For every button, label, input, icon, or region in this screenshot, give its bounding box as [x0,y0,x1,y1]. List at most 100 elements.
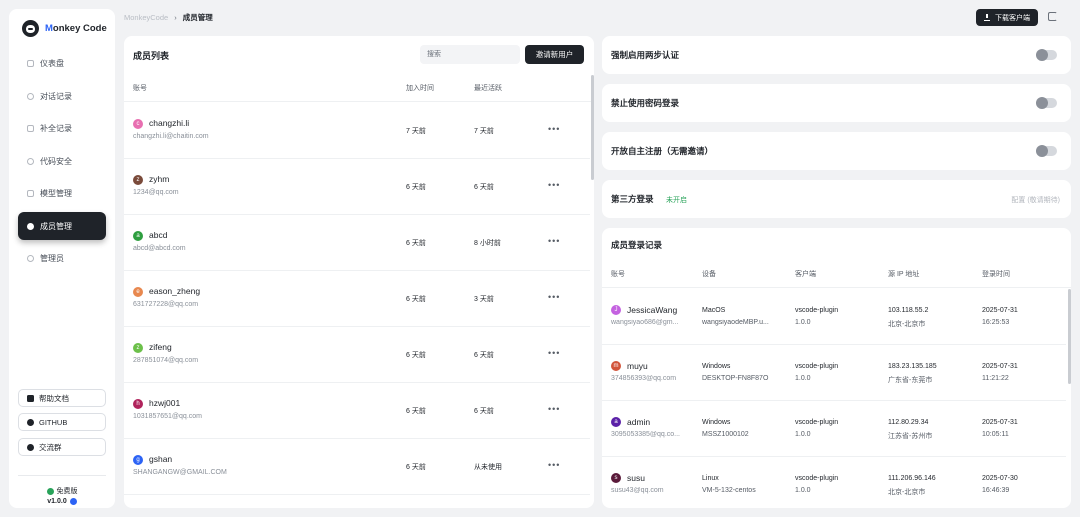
download-client-button[interactable]: 下载客户端 [976,9,1038,26]
avatar: a [611,417,621,427]
third-party-config-link[interactable]: 配置 (敬请期待) [1011,195,1060,205]
sidebar-item-code-security[interactable]: 代码安全 [18,147,106,175]
shield-icon [27,157,34,165]
member-name: hzwj001 [149,398,181,408]
col-source-ip: 源 IP 地址 [888,271,920,278]
member-joined: 7 天前 [406,128,426,135]
sidebar-item-model-management[interactable]: 模型管理 [18,180,106,208]
col-device: 设备 [702,271,716,278]
third-party-login-setting: 第三方登录 未开启 配置 (敬请期待) [602,180,1071,218]
monkey-logo-icon [22,20,39,37]
table-row[interactable]: s susu susu43@qq.com Linux VM-5-132-centos vs… [602,457,1066,508]
record-date: 2025-07-31 [982,363,1018,370]
table-row[interactable]: m muyu 374856393@qq.com Windows DESKTOP-FN8F… [602,345,1066,401]
record-client: vscode-plugin [795,307,839,314]
sidebar-item-completion-records[interactable]: 补全记录 [18,115,106,143]
member-name: gshan [149,454,173,464]
github-button[interactable]: GITHUB [18,413,106,431]
col-last-active: 最近活跃 [474,85,502,92]
more-actions-icon[interactable]: ••• [548,124,560,134]
table-row[interactable]: a abcd abcd@abcd.com 6 天前 8 小时前 ••• [124,215,590,271]
table-row[interactable]: J JessicaWang wangsiyao686@gm... MacOS wangs… [602,289,1066,345]
breadcrumb-current: 成员管理 [182,13,213,22]
chat-icon [27,92,34,100]
document-icon [27,394,34,402]
record-ip: 183.23.135.185 [888,363,937,370]
table-row[interactable]: z zyhm 1234@qq.com 6 天前 6 天前 ••• [124,159,590,215]
dashboard-icon [27,60,34,67]
table-row[interactable]: e eason_zheng 631727228@qq.com 6 天前 3 天前 ••• [124,271,590,327]
model-icon [27,190,34,197]
member-list-card: 成员列表 邀请新用户 账号 加入时间 最近活跃 c changzhi.li chan… [124,36,594,508]
completion-icon [27,125,34,132]
community-button[interactable]: 交流群 [18,438,106,456]
record-time: 11:21:22 [982,375,1009,382]
record-hostname: MSSZ1000102 [702,431,749,438]
breadcrumb-root[interactable]: MonkeyCode [124,13,168,22]
member-last-active: 6 天前 [474,408,494,415]
open-register-setting: 开放自主注册（无需邀请） [602,132,1071,170]
col-account: 账号 [133,85,147,92]
record-user-email: wangsiyao686@gm... [611,319,679,326]
col-account: 账号 [611,271,625,278]
sidebar-item-dashboard[interactable]: 仪表盘 [18,50,106,78]
table-row[interactable]: a admin 3095053385@qq.co... Windows MSSZ1000… [602,401,1066,457]
logout-icon[interactable] [1048,12,1057,21]
sidebar-item-member-management[interactable]: 成员管理 [18,212,106,240]
help-docs-button[interactable]: 帮助文档 [18,389,106,407]
member-table-header: 账号 加入时间 最近活跃 [124,74,594,102]
member-list-scrollbar[interactable] [591,75,594,180]
record-time: 16:25:53 [982,319,1010,326]
more-actions-icon[interactable]: ••• [548,348,560,358]
record-date: 2025-07-31 [982,307,1018,314]
record-user-email: susu43@qq.com [611,487,664,494]
record-client: vscode-plugin [795,419,839,426]
more-actions-icon[interactable]: ••• [548,180,560,190]
table-row[interactable]: h hzwj001 1031857651@qq.com 6 天前 6 天前 ••• [124,383,590,439]
record-client-version: 1.0.0 [795,319,811,326]
invite-user-button[interactable]: 邀请新用户 [525,45,584,64]
table-row[interactable]: g gshan SHANGANGW@GMAIL.COM 6 天前 从未使用 ••• [124,439,590,495]
users-icon [27,222,34,230]
more-actions-icon[interactable]: ••• [548,460,560,470]
more-actions-icon[interactable]: ••• [548,404,560,414]
member-joined: 6 天前 [406,296,426,303]
record-client: vscode-plugin [795,363,839,370]
records-scrollbar[interactable] [1068,289,1071,384]
two-factor-toggle[interactable] [1036,49,1057,61]
member-search-input[interactable] [420,45,520,64]
sidebar-item-admins[interactable]: 管理员 [18,245,106,273]
record-user-name: susu [627,473,645,483]
record-location: 北京-北京市 [888,489,926,496]
sidebar-item-chat-records[interactable]: 对话记录 [18,82,106,110]
record-user-name: admin [627,417,651,427]
member-last-active: 从未使用 [474,464,502,471]
version-label[interactable]: v1.0.0 [9,498,115,505]
more-actions-icon[interactable]: ••• [548,292,560,302]
record-date: 2025-07-30 [982,475,1018,482]
avatar: z [133,343,143,353]
record-location: 广东省-东莞市 [888,377,933,384]
member-joined: 6 天前 [406,240,426,247]
open-register-toggle[interactable] [1036,145,1057,157]
two-factor-setting: 强制启用两步认证 [602,36,1071,74]
github-icon [27,418,34,426]
table-row[interactable]: c changzhi.li changzhi.li@chaitin.com 7 天前 7… [124,103,590,159]
more-actions-icon[interactable]: ••• [548,236,560,246]
member-last-active: 6 天前 [474,352,494,359]
record-client-version: 1.0.0 [795,431,811,438]
disable-password-toggle[interactable] [1036,97,1057,109]
avatar: a [133,231,143,241]
member-email: abcd@abcd.com [133,245,186,252]
member-list-title: 成员列表 [133,51,170,61]
record-user-email: 374856393@qq.com [611,375,677,382]
record-ip: 112.80.29.34 [888,419,929,426]
avatar: h [133,399,143,409]
logo[interactable]: Monkey Code [22,20,107,37]
table-row[interactable]: z zifeng 287851074@qq.com 6 天前 6 天前 ••• [124,327,590,383]
wechat-icon [27,443,34,451]
record-time: 16:46:39 [982,487,1010,494]
third-party-login-label: 第三方登录 [611,194,654,204]
record-ip: 103.118.55.2 [888,307,929,314]
member-email: 1234@qq.com [133,189,179,196]
